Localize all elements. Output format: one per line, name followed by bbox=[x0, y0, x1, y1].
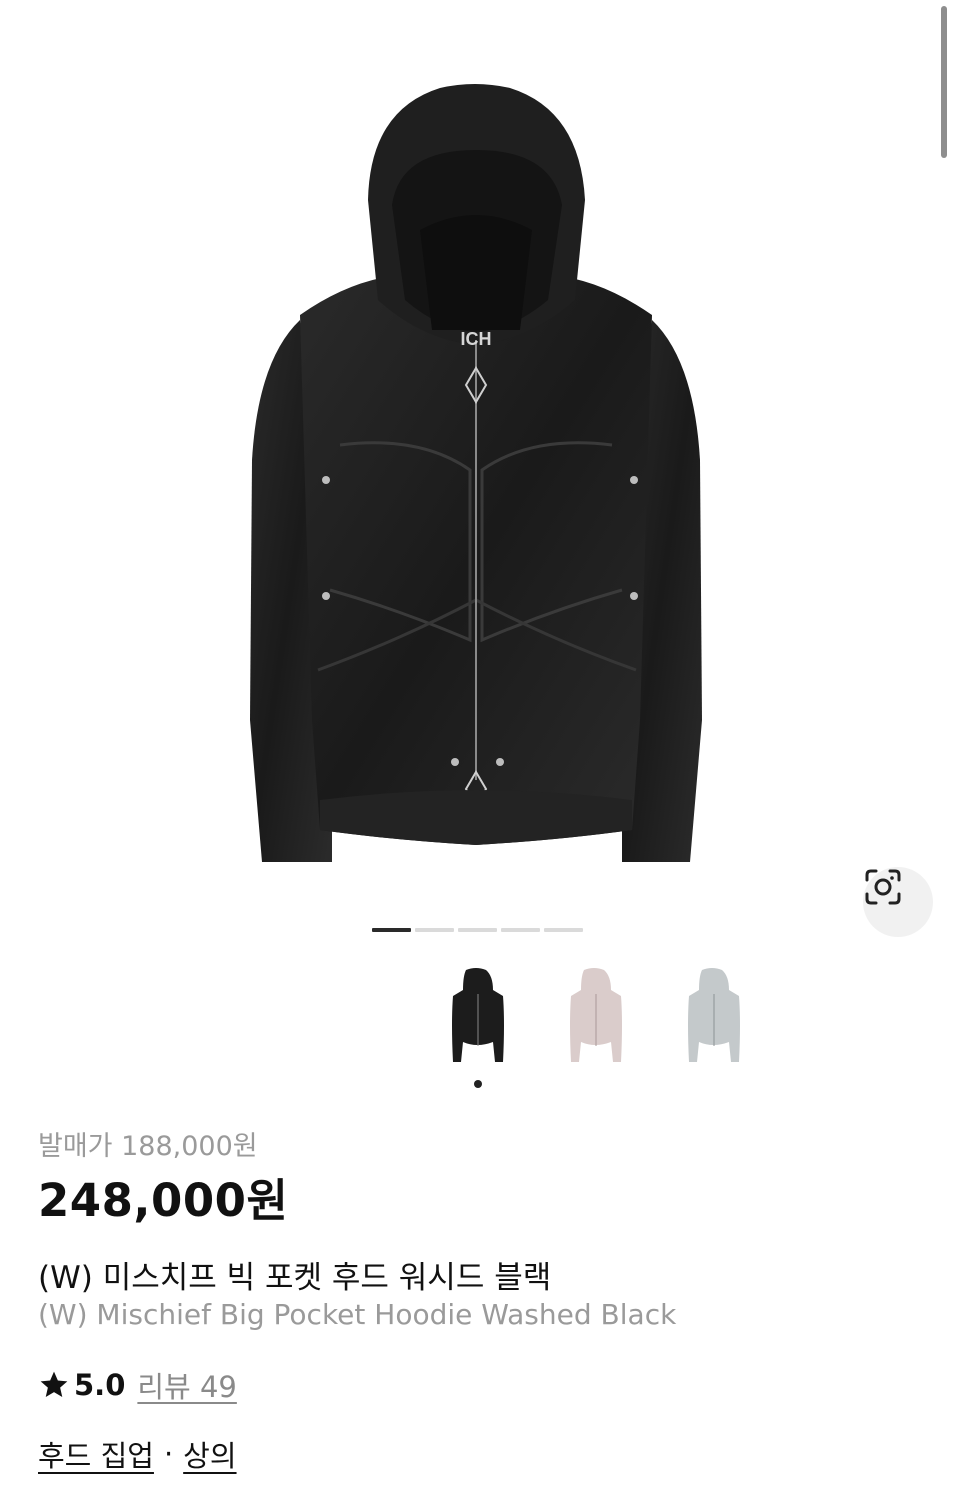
color-variant-selector bbox=[419, 962, 773, 1088]
pager-segment[interactable] bbox=[458, 928, 497, 932]
reviews-link[interactable]: 리뷰 49 bbox=[137, 1364, 236, 1406]
product-name-english: (W) Mischief Big Pocket Hoodie Washed Bl… bbox=[38, 1298, 677, 1331]
current-price: 248,000원 bbox=[38, 1174, 289, 1227]
category-separator: · bbox=[163, 1437, 174, 1471]
category-link-tops[interactable]: 상의 bbox=[183, 1433, 236, 1475]
pager-segment[interactable] bbox=[544, 928, 583, 932]
star-icon bbox=[40, 1371, 68, 1397]
svg-text:ICH: ICH bbox=[461, 329, 492, 349]
selected-indicator-dot bbox=[474, 1080, 482, 1088]
category-breadcrumb: 후드 집업 · 상의 bbox=[38, 1433, 237, 1475]
variant-swatch-washed-grey[interactable] bbox=[655, 962, 773, 1072]
variant-thumbnail bbox=[688, 968, 740, 1062]
product-image-gallery[interactable]: ICH bbox=[0, 0, 953, 960]
pager-segment[interactable] bbox=[415, 928, 454, 932]
variant-thumbnail bbox=[452, 968, 504, 1062]
rating-summary: 5.0 리뷰 49 bbox=[38, 1364, 237, 1406]
variant-swatch-washed-black[interactable] bbox=[419, 962, 537, 1088]
hoodie-product-image: ICH bbox=[250, 84, 702, 862]
product-name-korean: (W) 미스치프 빅 포켓 후드 워시드 블랙 bbox=[38, 1260, 552, 1296]
release-price: 발매가 188,000원 bbox=[38, 1131, 258, 1162]
pager-segment[interactable] bbox=[501, 928, 540, 932]
image-search-button[interactable] bbox=[863, 867, 933, 937]
variant-thumbnail bbox=[570, 968, 622, 1062]
variant-swatch-washed-pink[interactable] bbox=[537, 962, 655, 1072]
pager-segment[interactable] bbox=[372, 928, 411, 932]
category-link-hood-zipup[interactable]: 후드 집업 bbox=[38, 1433, 154, 1475]
gallery-pager bbox=[372, 928, 583, 932]
image-search-icon bbox=[865, 869, 901, 905]
rating-score: 5.0 bbox=[74, 1368, 126, 1402]
